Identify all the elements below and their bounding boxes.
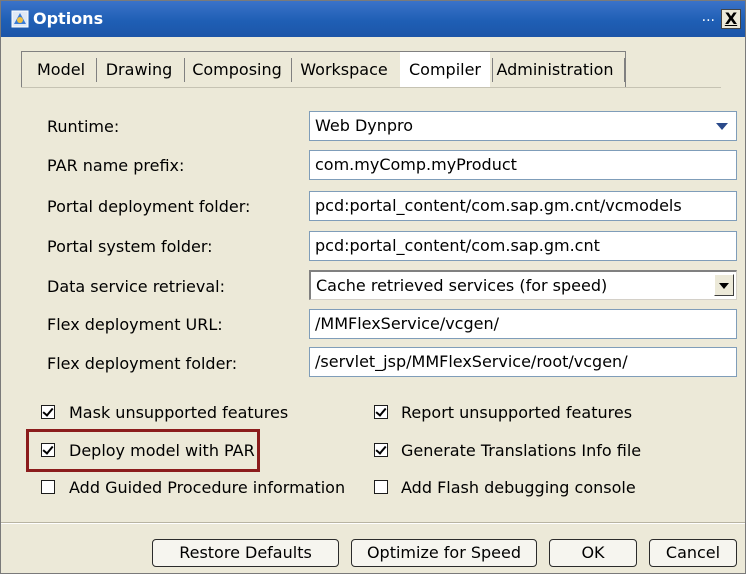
dropdown-arrow-icon[interactable] — [714, 274, 734, 296]
guided-procedure-checkbox[interactable] — [41, 480, 55, 494]
deploy-par-checkbox[interactable] — [41, 443, 55, 457]
footer-divider — [1, 522, 745, 524]
translations-checkbox[interactable] — [374, 443, 388, 457]
mask-unsupported-checkbox[interactable] — [41, 405, 55, 419]
tab-administration[interactable]: Administration — [496, 52, 614, 87]
options-dialog: Options ... X Model Drawing Composing Wo… — [0, 0, 746, 574]
ok-button[interactable]: OK — [549, 539, 637, 567]
title-overflow: ... — [701, 9, 715, 25]
tab-divider — [291, 58, 292, 82]
tab-divider — [96, 58, 97, 82]
tab-divider — [624, 58, 625, 82]
runtime-label: Runtime: — [47, 117, 120, 136]
data-service-select[interactable]: Cache retrieved services (for speed) — [309, 270, 737, 300]
restore-defaults-button[interactable]: Restore Defaults — [152, 539, 339, 567]
window-title: Options — [33, 9, 104, 28]
par-prefix-label: PAR name prefix: — [47, 156, 185, 175]
close-button[interactable]: X — [721, 9, 741, 29]
portal-system-label: Portal system folder: — [47, 237, 213, 256]
tab-composing[interactable]: Composing — [188, 52, 286, 87]
flex-url-input[interactable]: /MMFlexService/vcgen/ — [309, 309, 737, 339]
portal-deploy-input[interactable]: pcd:portal_content/com.sap.gm.cnt/vcmode… — [309, 191, 737, 221]
tab-divider — [184, 58, 185, 82]
guided-procedure-label: Add Guided Procedure information — [69, 478, 346, 497]
tab-workspace[interactable]: Workspace — [294, 52, 394, 87]
flex-folder-input[interactable]: /servlet_jsp/MMFlexService/root/vcgen/ — [309, 347, 737, 377]
title-bar[interactable]: Options ... X — [1, 1, 745, 37]
data-service-label: Data service retrieval: — [47, 277, 226, 296]
tab-drawing[interactable]: Drawing — [100, 52, 178, 87]
runtime-select[interactable]: Web Dynpro — [309, 111, 737, 141]
tab-model[interactable]: Model — [30, 52, 92, 87]
par-prefix-input[interactable]: com.myComp.myProduct — [309, 150, 737, 180]
runtime-value: Web Dynpro — [315, 116, 414, 135]
flash-debug-label: Add Flash debugging console — [401, 478, 636, 497]
portal-deploy-label: Portal deployment folder: — [47, 197, 251, 216]
flex-url-label: Flex deployment URL: — [47, 315, 223, 334]
app-icon — [11, 10, 29, 28]
tab-strip: Model Drawing Composing Workspace Compil… — [21, 51, 626, 87]
chevron-down-icon[interactable] — [716, 123, 728, 130]
tab-panel-border — [21, 87, 721, 88]
report-unsupported-checkbox[interactable] — [374, 405, 388, 419]
translations-label: Generate Translations Info file — [401, 441, 642, 460]
flash-debug-checkbox[interactable] — [374, 480, 388, 494]
cancel-button[interactable]: Cancel — [649, 539, 737, 567]
optimize-speed-button[interactable]: Optimize for Speed — [351, 539, 537, 567]
mask-unsupported-label: Mask unsupported features — [69, 403, 289, 422]
report-unsupported-label: Report unsupported features — [401, 403, 633, 422]
data-service-value: Cache retrieved services (for speed) — [316, 276, 608, 295]
portal-system-input[interactable]: pcd:portal_content/com.sap.gm.cnt — [309, 231, 737, 261]
tab-compiler[interactable]: Compiler — [400, 52, 490, 87]
deploy-par-label: Deploy model with PAR — [69, 441, 255, 460]
flex-folder-label: Flex deployment folder: — [47, 354, 238, 373]
close-icon: X — [724, 9, 738, 28]
tab-divider — [492, 58, 493, 82]
